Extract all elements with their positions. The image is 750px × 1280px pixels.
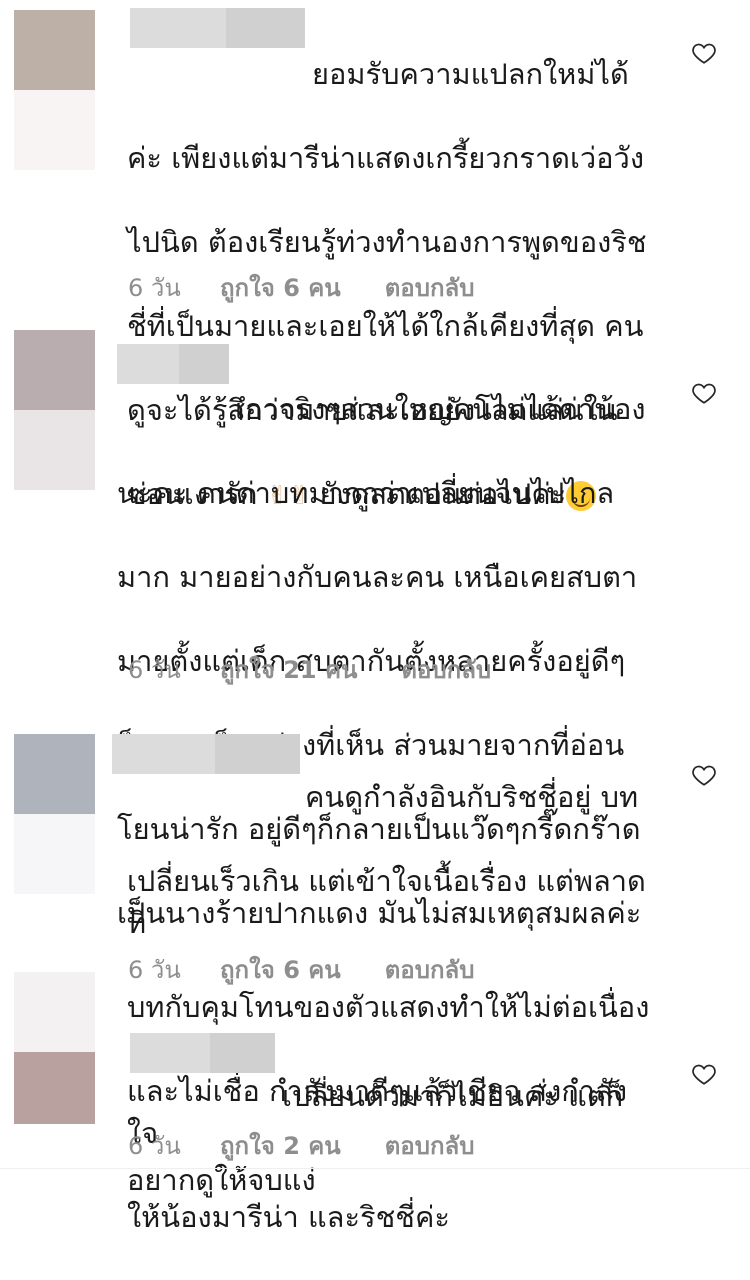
heart-icon[interactable] <box>691 380 717 406</box>
comment-time: 6 วัน <box>128 656 181 684</box>
likes-count[interactable]: ถูกใจ 6 คน <box>220 950 341 989</box>
heart-icon[interactable] <box>691 762 717 788</box>
comment-meta: 6 วัน ถูกใจ 2 คน ตอบกลับ <box>128 1126 474 1165</box>
avatar[interactable] <box>14 972 95 1124</box>
likes-count[interactable]: ถูกใจ 2 คน <box>220 1126 341 1165</box>
comment-time: 6 วัน <box>128 274 181 302</box>
heart-icon[interactable] <box>691 1061 717 1087</box>
heart-icon[interactable] <box>691 40 717 66</box>
avatar[interactable] <box>14 10 95 170</box>
comment-meta: 6 วัน ถูกใจ 6 คน ตอบกลับ <box>128 268 474 307</box>
avatar[interactable] <box>14 734 95 894</box>
comment-meta: 6 วัน ถูกใจ 6 คน ตอบกลับ <box>128 950 474 989</box>
reply-button[interactable]: ตอบกลับ <box>385 950 475 989</box>
reply-button[interactable]: ตอบกลับ <box>385 268 475 307</box>
likes-count[interactable]: ถูกใจ 21 คน <box>220 650 357 689</box>
comment-time: 6 วัน <box>128 956 181 984</box>
reply-button[interactable]: ตอบกลับ <box>385 1126 475 1165</box>
comment-time: 6 วัน <box>128 1132 181 1160</box>
reply-button[interactable]: ตอบกลับ <box>401 650 491 689</box>
likes-count[interactable]: ถูกใจ 6 คน <box>220 268 341 307</box>
divider <box>0 1168 750 1169</box>
avatar[interactable] <box>14 330 95 490</box>
comment-meta: 6 วัน ถูกใจ 21 คน ตอบกลับ <box>128 650 491 689</box>
